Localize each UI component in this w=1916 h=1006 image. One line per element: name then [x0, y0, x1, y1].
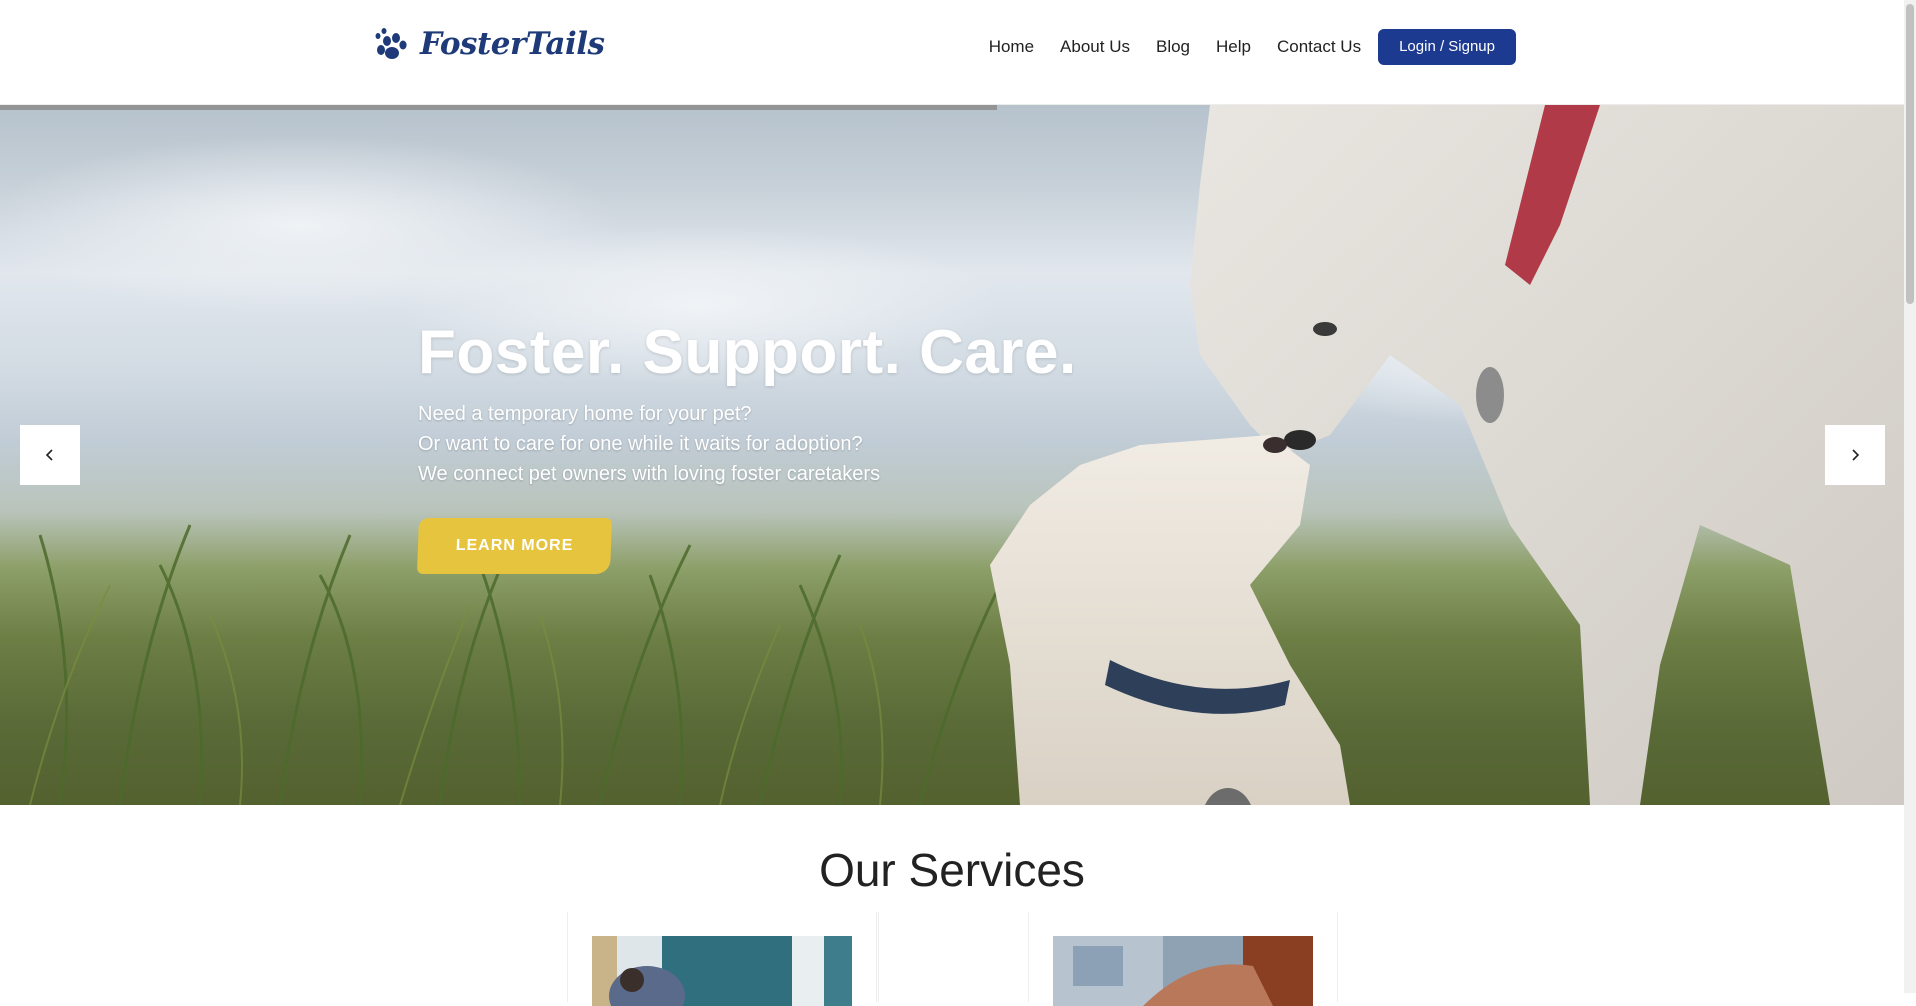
hero-carousel: Foster. Support. Care. Need a temporary …	[0, 105, 1904, 805]
paw-icon	[375, 28, 407, 59]
site-header: FosterTails Home About Us Blog Help Cont…	[0, 0, 1904, 105]
hero-line: Or want to care for one while it waits f…	[418, 433, 863, 455]
nav-blog[interactable]: Blog	[1156, 29, 1190, 65]
service-card[interactable]	[1028, 912, 1338, 1006]
service-card[interactable]	[878, 912, 1030, 1002]
chevron-right-icon	[1852, 449, 1860, 461]
brand-name: FosterTails	[420, 26, 605, 62]
carousel-next-button[interactable]	[1825, 425, 1885, 485]
service-card-image	[1053, 936, 1313, 1006]
brand-logo[interactable]: FosterTails	[372, 24, 605, 64]
login-signup-button[interactable]: Login / Signup	[1378, 29, 1516, 65]
learn-more-button[interactable]: LEARN MORE	[417, 518, 612, 574]
nav-help[interactable]: Help	[1216, 29, 1251, 65]
nav-home[interactable]: Home	[989, 29, 1034, 65]
page-scrollbar[interactable]	[1904, 0, 1916, 993]
nav-about-us[interactable]: About Us	[1060, 29, 1130, 65]
main-nav: Home About Us Blog Help Contact Us Login…	[989, 29, 1516, 65]
hero-background-image	[0, 105, 1904, 805]
service-card[interactable]	[567, 912, 877, 1006]
hero-title: Foster. Support. Care.	[418, 318, 1077, 387]
service-card-image	[592, 936, 852, 1006]
scrollbar-thumb[interactable]	[1906, 4, 1914, 304]
hero-line: Need a temporary home for your pet?	[418, 403, 752, 425]
slide-progress-bar	[0, 105, 997, 110]
chevron-left-icon	[45, 449, 53, 461]
carousel-prev-button[interactable]	[20, 425, 80, 485]
hero-description: Need a temporary home for your pet? Or w…	[418, 399, 880, 489]
hero-line: We connect pet owners with loving foster…	[418, 463, 881, 485]
nav-contact-us[interactable]: Contact Us	[1277, 29, 1361, 65]
services-heading: Our Services	[819, 844, 1085, 896]
